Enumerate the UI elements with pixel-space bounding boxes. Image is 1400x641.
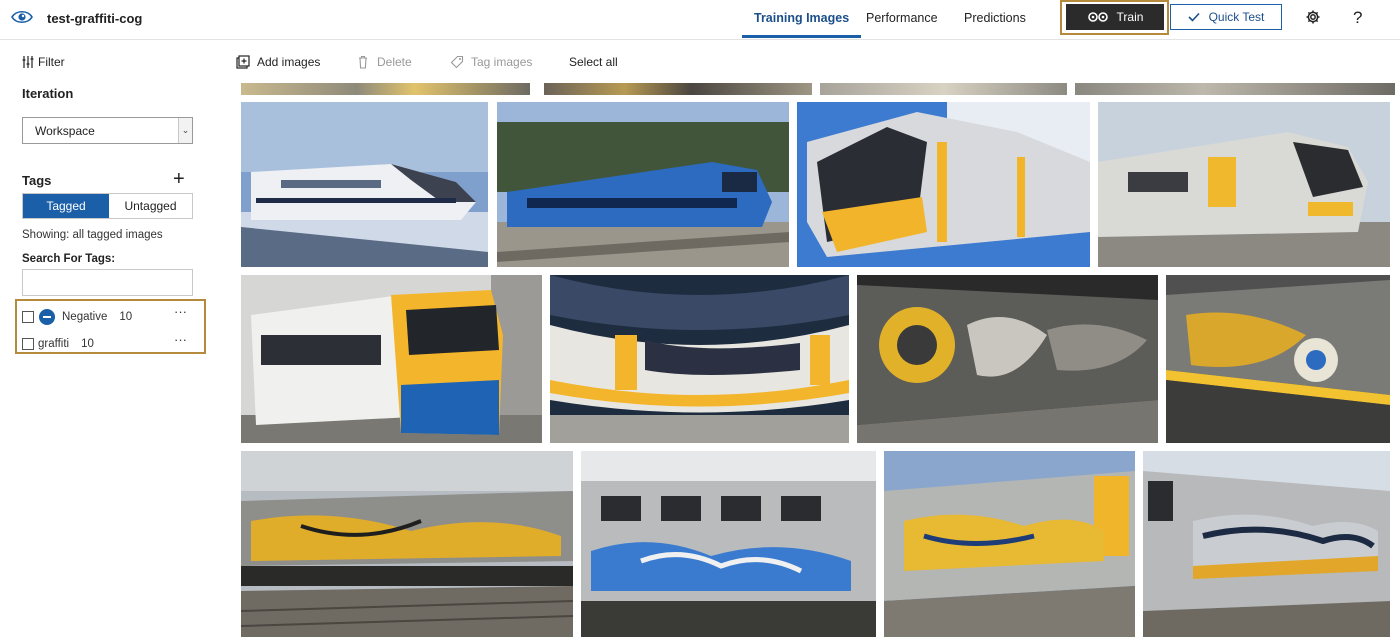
select-all-label: Select all [569, 55, 618, 69]
image-tile-graffiti-blue[interactable] [581, 451, 876, 637]
tagged-option[interactable]: Tagged [23, 194, 109, 218]
image-tile-graffiti-silver[interactable] [1143, 451, 1390, 637]
image-tile-highspeed-train[interactable] [241, 102, 488, 267]
partial-image-strip[interactable] [544, 83, 812, 95]
add-images-label: Add images [257, 55, 321, 69]
train-photo [1166, 275, 1390, 443]
negative-tag-icon [39, 309, 55, 325]
tab-training-images[interactable]: Training Images [741, 11, 862, 38]
filter-label: Filter [38, 55, 65, 69]
help-icon[interactable]: ? [1353, 8, 1362, 28]
untagged-option[interactable]: Untagged [109, 194, 192, 218]
project-name: test-graffiti-cog [47, 11, 143, 26]
train-photo [797, 102, 1090, 267]
image-tile-yellow-silver-train[interactable] [797, 102, 1090, 267]
image-tile-graffiti-dark-train[interactable] [857, 275, 1158, 443]
top-bar: test-graffiti-cog Training Images Perfor… [0, 0, 1400, 40]
tab-predictions[interactable]: Predictions [964, 11, 1026, 25]
gear-icon[interactable] [1305, 9, 1321, 25]
tab-performance[interactable]: Performance [866, 11, 938, 25]
more-options-icon[interactable]: ··· [174, 304, 187, 319]
filter-sliders-icon [22, 56, 34, 68]
partial-image-strip[interactable] [1075, 83, 1395, 95]
train-photo [1143, 451, 1390, 637]
image-tile-silver-yellow-train[interactable] [1098, 102, 1390, 267]
tag-row-graffiti[interactable]: graffiti 10 [22, 334, 94, 354]
quick-test-button[interactable]: Quick Test [1170, 4, 1282, 30]
image-tile-fisheye-train[interactable] [550, 275, 849, 443]
train-photo [241, 451, 573, 637]
search-tags-label: Search For Tags: [22, 253, 116, 265]
image-tile-graffiti-yellow-car[interactable] [884, 451, 1135, 637]
trash-icon [359, 55, 367, 69]
filter-button[interactable]: Filter [22, 55, 65, 69]
train-photo [550, 275, 849, 443]
train-photo [884, 451, 1135, 637]
eye-icon[interactable] [11, 8, 33, 26]
tag-row-negative[interactable]: Negative 10 [22, 307, 132, 327]
partial-image-strip[interactable] [820, 83, 1067, 95]
image-tile-graffiti-platform[interactable] [1166, 275, 1390, 443]
train-photo [497, 102, 789, 267]
quick-test-label: Quick Test [1208, 10, 1265, 24]
gears-icon [1087, 12, 1108, 22]
train-photo [241, 275, 542, 443]
tag-checkbox[interactable] [22, 311, 34, 323]
train-label: Train [1116, 10, 1144, 24]
iteration-label: Iteration [22, 86, 74, 101]
tag-images-button[interactable]: Tag images [450, 55, 532, 69]
delete-label: Delete [377, 55, 412, 69]
partial-image-strip[interactable] [241, 83, 530, 95]
image-tile-graffiti-yard[interactable] [241, 451, 573, 637]
tag-count: 10 [81, 338, 94, 350]
image-tile-overground-train[interactable] [241, 275, 542, 443]
iteration-value: Workspace [35, 124, 95, 138]
check-icon [1188, 12, 1200, 22]
tagged-toggle: Tagged Untagged [22, 193, 193, 219]
train-photo [581, 451, 876, 637]
tag-count: 10 [119, 311, 133, 323]
tag-name: graffiti [38, 338, 70, 350]
iteration-select[interactable]: Workspace ⌄ [22, 117, 193, 144]
more-options-icon[interactable]: ··· [174, 332, 187, 347]
image-tile-blue-train[interactable] [497, 102, 789, 267]
tag-checkbox[interactable] [22, 338, 34, 350]
train-photo [857, 275, 1158, 443]
tags-heading: Tags [22, 173, 52, 188]
add-tag-button[interactable]: + [173, 169, 185, 189]
add-images-button[interactable]: Add images [236, 55, 320, 69]
chevron-down-icon[interactable]: ⌄ [178, 118, 192, 143]
tag-icon [450, 55, 464, 69]
select-all-button[interactable]: Select all [569, 55, 618, 69]
delete-button[interactable]: Delete [356, 55, 412, 69]
train-photo [241, 102, 488, 267]
tag-name: Negative [62, 311, 108, 323]
add-image-icon [236, 55, 250, 69]
showing-text: Showing: all tagged images [22, 229, 163, 241]
train-photo [1098, 102, 1390, 267]
train-button[interactable]: Train [1066, 4, 1164, 30]
tag-images-label: Tag images [471, 55, 533, 69]
search-tags-input[interactable] [22, 269, 193, 296]
